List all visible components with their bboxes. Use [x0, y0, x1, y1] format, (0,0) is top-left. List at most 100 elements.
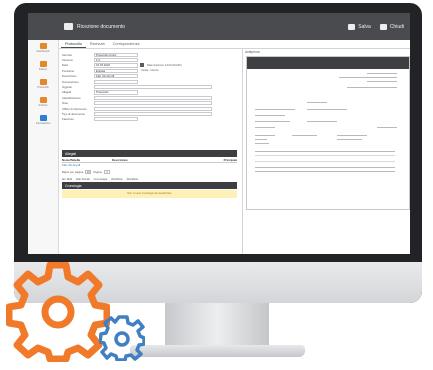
home-icon: [39, 43, 47, 49]
sidebar-item-impostazioni[interactable]: Impostazioni: [28, 115, 58, 130]
invoice-text-line: [255, 127, 275, 128]
sidebar-item-dashboard[interactable]: Dashboard: [28, 43, 58, 58]
sidebar-item-archivio[interactable]: Archivio: [28, 97, 58, 112]
invoice-text-line: [307, 109, 347, 110]
subject-field[interactable]: [94, 84, 212, 90]
tab-protocollo[interactable]: Protocollo: [61, 40, 86, 48]
field-label: Tipo di documento: [62, 111, 85, 116]
field-label: Posizione: [62, 68, 75, 73]
office-field[interactable]: [94, 106, 212, 111]
date-field[interactable]: 01.03.2022: [94, 63, 138, 68]
invoice-table-line: [255, 151, 395, 152]
lower-tab-bar: Iter Mail Dati Fiscali Cronologia Workfl…: [62, 177, 142, 181]
sidebar-item-label: Archivio: [38, 104, 48, 107]
field-label: Classificazione: [62, 95, 81, 100]
large-gear-icon: [6, 262, 110, 362]
archive-icon: [39, 97, 47, 103]
notes-field[interactable]: [94, 101, 212, 106]
document-icon: [39, 61, 47, 67]
folder-field[interactable]: [94, 117, 138, 122]
invoice-text-line: [255, 135, 275, 136]
field-label: Servizio: [62, 52, 72, 57]
rows-per-page-select[interactable]: 10: [85, 170, 92, 174]
main-content: Protocollo Ricevuta Corrispondenza Servi…: [59, 40, 410, 254]
attachments-section-header: Allegati: [62, 150, 237, 157]
sidebar-item-protocollo[interactable]: Protocollo: [28, 79, 58, 94]
sidebar-item-label: Protocollo: [37, 86, 49, 89]
invoice-text-line: [292, 135, 317, 136]
column-header: Nome/Tabella: [62, 158, 80, 162]
history-empty-notice: Non ci sono cronologie da visualizzare: [62, 190, 237, 198]
tab-corrispondenza[interactable]: Corrispondenza: [109, 40, 144, 48]
save-button[interactable]: Salva: [348, 23, 371, 30]
tab-workflow[interactable]: Workflow: [111, 177, 122, 181]
sidebar-item-label: Impostazioni: [35, 122, 51, 125]
sidebar: Dashboard Fatture Protocollo Archivio Im…: [28, 40, 59, 254]
form-row: Tipo di documento: [62, 111, 237, 117]
field-label: Versione: [62, 58, 73, 63]
form-row: Note: [62, 101, 237, 106]
form-row: Fascicolo: [62, 117, 237, 122]
app-header: Ricezione documento Salva Chiudi: [28, 13, 410, 40]
monitor-stand-foot: [130, 345, 305, 357]
field-label: Allegati: [62, 90, 72, 95]
invoice-text-line: [307, 121, 337, 122]
invoice-preview[interactable]: [246, 56, 410, 210]
invoice-text-line: [255, 143, 269, 144]
app-title: Ricezione documento: [77, 23, 126, 30]
tab-dati-fiscali[interactable]: Dati Fiscali: [76, 177, 90, 181]
column-header: Descrizione: [112, 158, 128, 162]
close-button[interactable]: Chiudi: [379, 23, 404, 30]
invoice-text-line: [255, 121, 290, 122]
field-label: Data: [62, 63, 68, 68]
sidebar-item-fatture[interactable]: Fatture: [28, 61, 58, 76]
receipt-date-text: Data ricezione: 14.03 (GG/hh): [147, 63, 182, 67]
history-section-header: Cronologia: [62, 182, 237, 189]
invoice-text-line: [255, 109, 295, 110]
page-number-input[interactable]: 1: [104, 170, 111, 174]
attachments-field[interactable]: Protocollo: [94, 90, 138, 95]
attachment-main-flag: [207, 163, 237, 168]
invoice-text-line: [255, 115, 285, 116]
monitor-stand-neck: [165, 303, 269, 347]
invoice-text-line: [377, 127, 397, 128]
field-label: Fascicolo: [62, 117, 74, 122]
sidebar-item-label: Fatture: [38, 68, 48, 71]
description-field[interactable]: Fatt. 03-12.pdf: [94, 74, 138, 79]
attachment-name-link[interactable]: Fatt. 03-12.pdf: [62, 163, 112, 168]
inbox-icon: [39, 79, 47, 85]
invoice-text-line: [339, 77, 397, 78]
direction-field[interactable]: Entrata: [94, 68, 138, 73]
doc-type-field[interactable]: [94, 111, 212, 117]
tab-iter-mail[interactable]: Iter Mail: [62, 177, 72, 181]
save-label: Salva: [358, 23, 371, 30]
field-label: Numerazione: [62, 79, 79, 84]
table-row[interactable]: Fatt. 03-12.pdf: [62, 163, 237, 168]
column-header: Principale: [223, 158, 237, 162]
tab-cronologia[interactable]: Cronologia: [94, 177, 108, 181]
service-field[interactable]: Protocollo Unico: [94, 52, 138, 57]
field-label: Oggetto: [62, 85, 72, 90]
version-field[interactable]: 1.0: [94, 57, 138, 63]
attachment-description: [112, 163, 207, 168]
tab-workflow-2[interactable]: Workflow: [127, 177, 138, 181]
field-label: Note: [62, 101, 68, 106]
pages-label: Pagine: [93, 170, 103, 174]
plus-icon: [39, 115, 47, 121]
document-preview-panel: Anteprima: [242, 49, 410, 254]
invoice-table-line: [255, 171, 395, 172]
invoice-table-line: [255, 155, 395, 156]
field-label: Ufficio di riferimento: [62, 106, 87, 111]
folder-icon: [348, 23, 356, 30]
tab-ricevuta[interactable]: Ricevuta: [86, 40, 109, 48]
calendar-icon[interactable]: [140, 63, 144, 68]
tab-bar: Protocollo Ricevuta Corrispondenza: [59, 40, 410, 49]
direction-options[interactable]: Uscita · Interno: [141, 69, 159, 72]
rows-per-page-label: Righe per pagina: [62, 170, 84, 174]
classification-field[interactable]: [94, 95, 212, 100]
numbering-field[interactable]: [94, 79, 138, 84]
sidebar-item-label: Dashboard: [36, 50, 50, 53]
invoice-table-line: [255, 161, 395, 162]
field-label: Descrizione: [62, 74, 77, 79]
invoice-text-line: [337, 139, 362, 140]
